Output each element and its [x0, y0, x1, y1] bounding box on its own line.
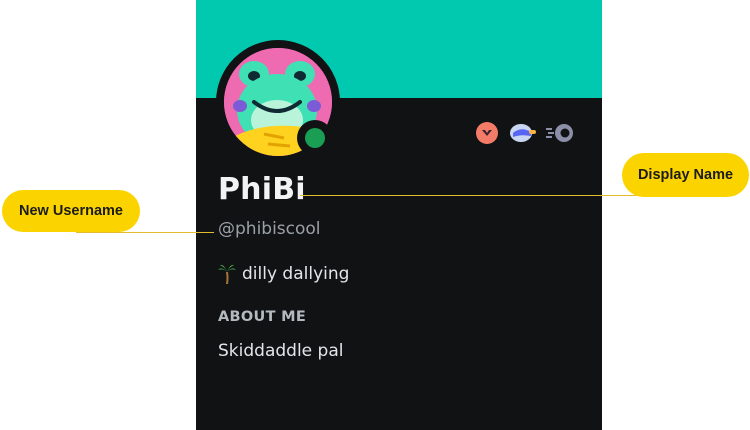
- nitro-boost-badge-icon[interactable]: [546, 122, 576, 144]
- new-username-connector-line: [76, 232, 214, 233]
- profile-badges: [476, 122, 576, 144]
- online-status-indicator: [297, 120, 333, 156]
- hypesquad-brilliance-badge-icon[interactable]: [476, 122, 498, 144]
- online-dot-icon: [305, 128, 325, 148]
- quest-helmet-badge-icon[interactable]: [507, 122, 537, 144]
- new-username-callout: New Username: [2, 190, 140, 232]
- display-name: PhiBi: [218, 172, 306, 207]
- display-name-callout: Display Name: [622, 153, 749, 197]
- profile-card: PhiBi @phibiscool dilly dallying ABOUT M…: [196, 0, 602, 430]
- custom-status: dilly dallying: [218, 264, 349, 284]
- username: @phibiscool: [218, 219, 321, 239]
- display-name-connector-line: [300, 195, 638, 196]
- palm-tree-icon: [218, 264, 236, 284]
- about-me-text: Skiddaddle pal: [218, 341, 344, 361]
- custom-status-text: dilly dallying: [242, 264, 350, 284]
- about-me-heading: ABOUT ME: [218, 309, 307, 325]
